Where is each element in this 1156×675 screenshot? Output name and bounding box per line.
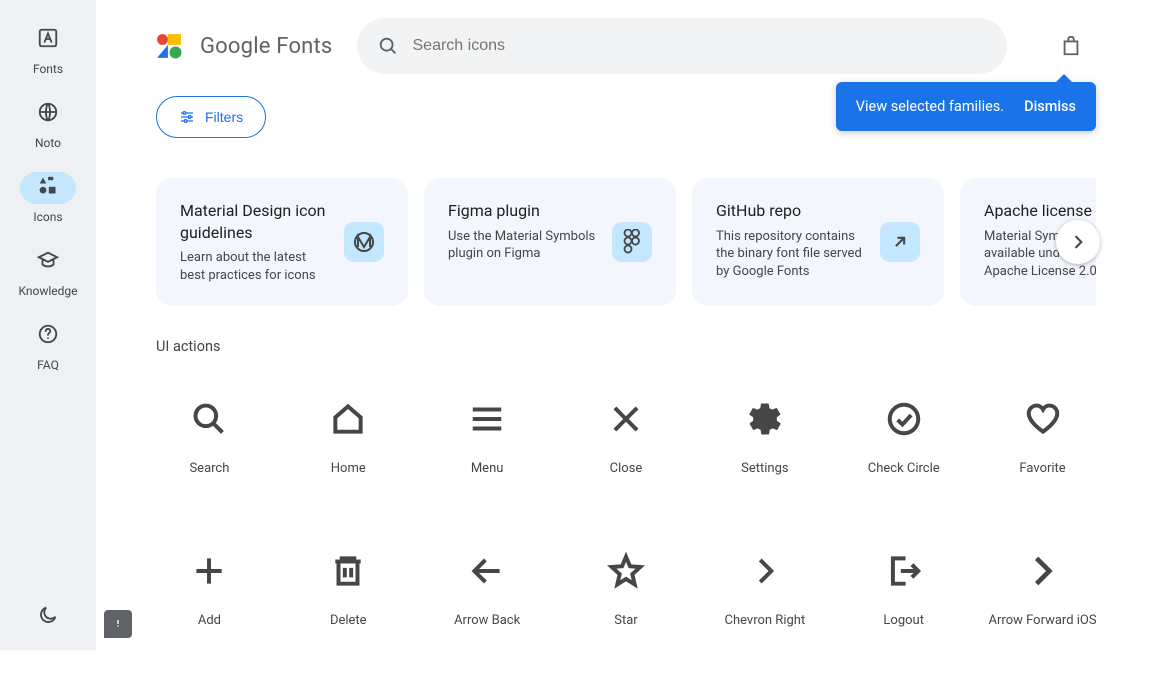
home-icon (328, 399, 368, 439)
card-title: GitHub repo (716, 200, 866, 222)
sidebar-item-faq[interactable]: FAQ (20, 320, 76, 372)
sidebar: Fonts Noto Icons Knowledge FAQ (0, 0, 96, 650)
icon-chevron-right[interactable]: Chevron Right (695, 523, 834, 675)
feedback-icon (110, 616, 126, 632)
search-bar[interactable] (357, 18, 1007, 74)
section-title: UI actions (96, 338, 1156, 355)
icon-menu[interactable]: Menu (418, 371, 557, 523)
main-content: Google Fonts Filters View selected famil… (96, 0, 1156, 650)
icon-home[interactable]: Home (279, 371, 418, 523)
sidebar-label-faq: FAQ (37, 358, 59, 372)
figma-icon (612, 222, 652, 262)
feedback-button[interactable] (104, 610, 132, 638)
info-cards: Material Design icon guidelines Learn ab… (156, 178, 1096, 306)
delete-icon (328, 551, 368, 591)
material-design-icon (344, 222, 384, 262)
card-title: Material Design icon guidelines (180, 200, 330, 243)
logo[interactable]: Google Fonts (156, 33, 333, 59)
card-figma-plugin[interactable]: Figma plugin Use the Material Symbols pl… (424, 178, 676, 306)
sidebar-label-noto: Noto (35, 136, 61, 150)
icon-delete[interactable]: Delete (279, 523, 418, 675)
external-link-icon (880, 222, 920, 262)
tune-icon (179, 109, 195, 125)
card-desc: This repository contains the binary font… (716, 228, 866, 281)
icon-close[interactable]: Close (557, 371, 696, 523)
sidebar-label-fonts: Fonts (33, 62, 63, 76)
icon-search[interactable]: Search (140, 371, 279, 523)
sidebar-item-knowledge[interactable]: Knowledge (18, 246, 77, 298)
card-title: Figma plugin (448, 200, 598, 222)
settings-icon (745, 399, 785, 439)
icon-logout[interactable]: Logout (834, 523, 973, 675)
graduation-icon (37, 249, 59, 275)
cards-next-button[interactable] (1056, 220, 1100, 264)
filters-button[interactable]: Filters (156, 96, 266, 138)
icon-check-circle[interactable]: Check Circle (834, 371, 973, 523)
bag-icon (1060, 35, 1082, 57)
add-icon (189, 551, 229, 591)
arrow-forward-ios-icon (1023, 551, 1063, 591)
bag-button[interactable] (1051, 26, 1091, 66)
icon-grid: Search Home Menu Close Settings Check Ci… (96, 371, 1156, 675)
font-a-icon (37, 27, 59, 53)
icon-favorite[interactable]: Favorite (973, 371, 1112, 523)
moon-icon (37, 604, 59, 626)
chevron-right-icon (1068, 232, 1088, 252)
card-desc: Learn about the latest best practices fo… (180, 249, 330, 284)
dark-mode-toggle[interactable] (37, 604, 59, 630)
brand-text: Google Fonts (200, 34, 333, 59)
icon-arrow-forward-ios[interactable]: Arrow Forward iOS (973, 523, 1112, 675)
google-fonts-logo-icon (156, 33, 182, 59)
card-material-guidelines[interactable]: Material Design icon guidelines Learn ab… (156, 178, 408, 306)
sidebar-label-icons: Icons (33, 210, 62, 224)
menu-icon (467, 399, 507, 439)
sidebar-item-fonts[interactable]: Fonts (20, 24, 76, 76)
check-circle-icon (884, 399, 924, 439)
search-icon (377, 35, 399, 57)
globe-icon (37, 101, 59, 127)
filters-label: Filters (205, 109, 243, 125)
icon-arrow-back[interactable]: Arrow Back (418, 523, 557, 675)
chevron-right-icon (745, 551, 785, 591)
tooltip-dismiss[interactable]: Dismiss (1024, 98, 1076, 115)
sidebar-item-noto[interactable]: Noto (20, 98, 76, 150)
logout-icon (884, 551, 924, 591)
tooltip-selected-families: View selected families. Dismiss (836, 82, 1096, 131)
card-title: Apache license (984, 200, 1096, 222)
star-icon (606, 551, 646, 591)
search-icon (189, 399, 229, 439)
card-github-repo[interactable]: GitHub repo This repository contains the… (692, 178, 944, 306)
help-icon (37, 323, 59, 349)
header: Google Fonts (96, 0, 1156, 92)
icon-add[interactable]: Add (140, 523, 279, 675)
arrow-back-icon (467, 551, 507, 591)
favorite-icon (1023, 399, 1063, 439)
shapes-icon (38, 176, 58, 200)
icon-star[interactable]: Star (557, 523, 696, 675)
sidebar-label-knowledge: Knowledge (18, 284, 77, 298)
tooltip-text: View selected families. (856, 98, 1004, 115)
sidebar-item-icons[interactable]: Icons (20, 172, 76, 224)
icon-settings[interactable]: Settings (695, 371, 834, 523)
card-desc: Use the Material Symbols plugin on Figma (448, 228, 598, 263)
close-icon (606, 399, 646, 439)
search-input[interactable] (413, 37, 987, 55)
